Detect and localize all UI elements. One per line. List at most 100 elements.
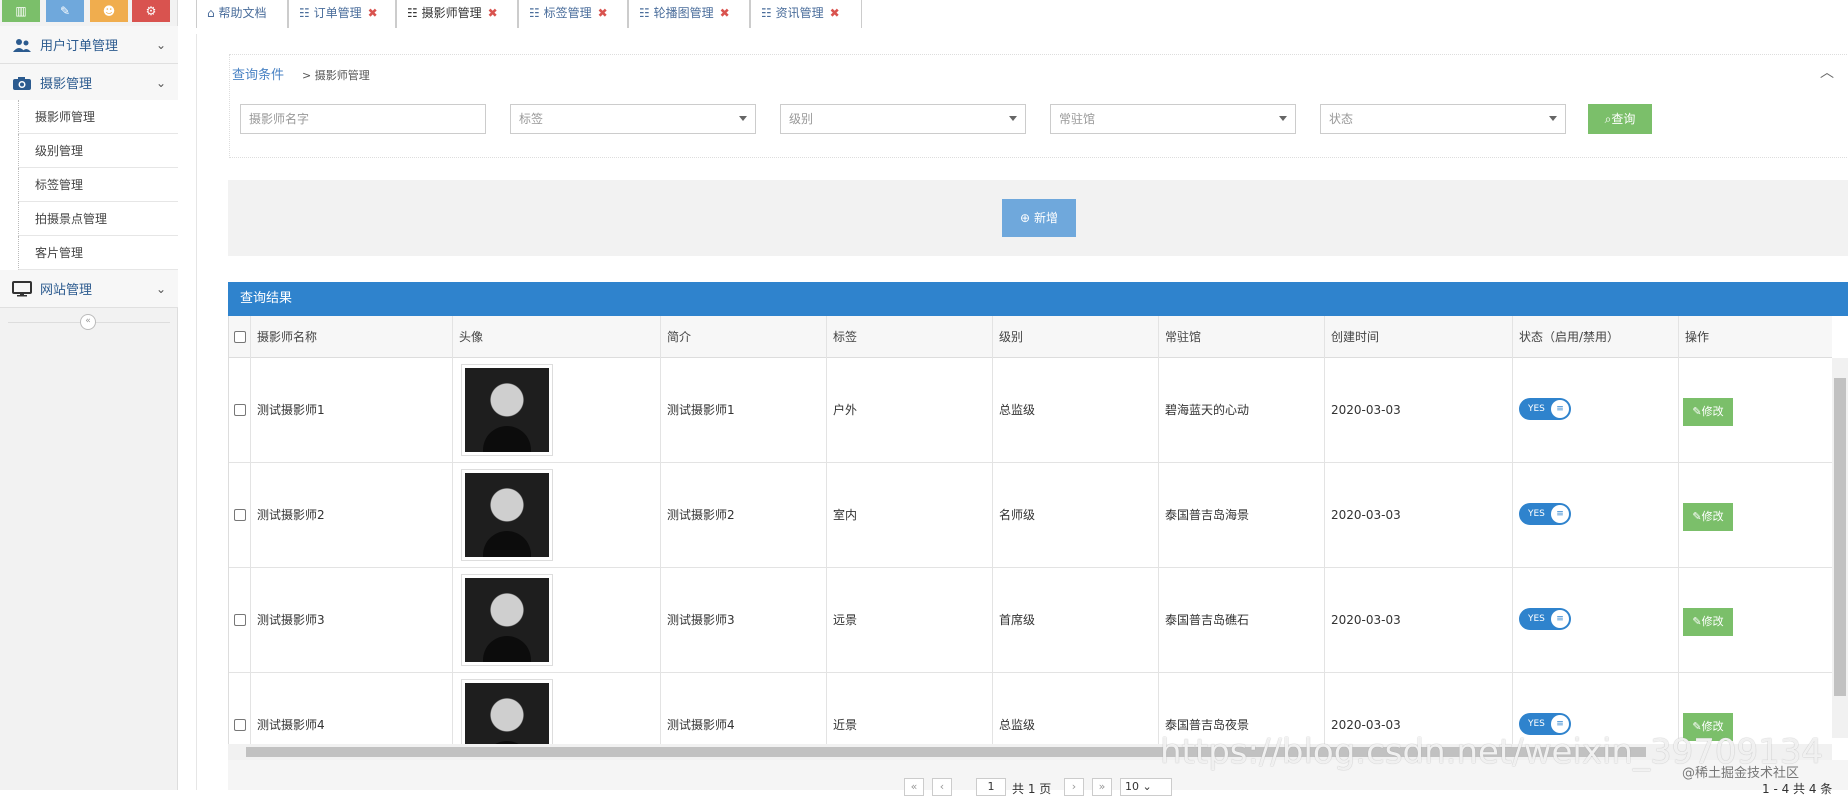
tab-orders[interactable]: ☷ 订单管理 ✖ — [288, 0, 396, 28]
tab-carousel[interactable]: ☷ 轮播图管理 ✖ — [628, 0, 750, 28]
edit-button[interactable]: ✎修改 — [1683, 608, 1733, 636]
select-value: 状态 — [1329, 112, 1354, 126]
sidebar-group-label: 网站管理 — [40, 283, 93, 298]
tab-news[interactable]: ☷ 资讯管理 ✖ — [750, 0, 862, 28]
sidebar-item-label: 拍摄景点管理 — [35, 212, 108, 226]
status-toggle[interactable]: YES ≡ — [1519, 608, 1571, 630]
add-button[interactable]: ⊕ 新增 — [1002, 199, 1076, 237]
tag: 室内 — [827, 463, 993, 568]
sidebar-item-scenic-spot[interactable]: 拍摄景点管理 — [18, 202, 178, 236]
toggle-label: YES — [1528, 404, 1545, 414]
sidebar-item-tag[interactable]: 标签管理 — [18, 168, 178, 202]
status-select[interactable]: 状态 — [1320, 104, 1566, 134]
row-select-cell — [229, 568, 251, 673]
row-checkbox[interactable] — [234, 719, 246, 731]
row-checkbox[interactable] — [234, 509, 246, 521]
close-icon[interactable]: ✖ — [830, 6, 840, 20]
tab-label: 轮播图管理 — [653, 6, 714, 20]
next-page-button[interactable]: › — [1064, 778, 1084, 796]
column-header[interactable]: 状态（启用/禁用） — [1513, 316, 1679, 358]
close-icon[interactable]: ✖ — [488, 6, 498, 20]
close-icon[interactable]: ✖ — [598, 6, 608, 20]
sidebar-group-photography[interactable]: 摄影管理 ⌄ — [0, 64, 178, 102]
created-date: 2020-03-03 — [1325, 358, 1513, 463]
studio: 泰国普吉岛海景 — [1159, 463, 1325, 568]
tag-select[interactable]: 标签 — [510, 104, 756, 134]
scrollbar-thumb[interactable] — [1834, 378, 1846, 696]
double-chevron-left-icon: « — [85, 316, 91, 326]
photographer-name: 测试摄影师1 — [251, 358, 453, 463]
toggle-label: YES — [1528, 719, 1545, 729]
column-header[interactable]: 标签 — [827, 316, 993, 358]
column-header[interactable]: 简介 — [661, 316, 827, 358]
page-number-input[interactable]: 1 — [976, 778, 1006, 796]
results-table: 摄影师名称 头像 简介 标签 级别 常驻馆 创建时间 状态（启用/禁用） 操作 … — [228, 316, 1832, 744]
column-header[interactable]: 级别 — [993, 316, 1159, 358]
vertical-scrollbar[interactable] — [1832, 358, 1848, 738]
table-row: 测试摄影师2 测试摄影师2 室内 名师级 泰国普吉岛海景 2020-03-03 … — [229, 463, 1832, 568]
row-select-cell — [229, 358, 251, 463]
button-label: 修改 — [1701, 510, 1724, 523]
edit-button[interactable]: ✎修改 — [1683, 503, 1733, 531]
sliders-icon: ☷ — [639, 6, 650, 20]
collapse-sidebar-button[interactable]: « — [80, 314, 96, 330]
sidebar-item-client-photos[interactable]: 客片管理 — [18, 236, 178, 270]
users-icon — [13, 38, 31, 52]
community-watermark: @稀土掘金技术社区 — [1682, 766, 1800, 781]
sidebar-group-user-orders[interactable]: 用户订单管理 ⌄ — [0, 26, 178, 64]
column-header[interactable]: 头像 — [453, 316, 661, 358]
edit-shortcut-button[interactable]: ✎ — [46, 0, 84, 22]
tab-label: 摄影师管理 — [421, 6, 482, 20]
chevron-up-icon[interactable]: ︿ — [1820, 62, 1834, 82]
edit-button[interactable]: ✎修改 — [1683, 398, 1733, 426]
level-select[interactable]: 级别 — [780, 104, 1026, 134]
studio-select[interactable]: 常驻馆 — [1050, 104, 1296, 134]
row-checkbox[interactable] — [234, 614, 246, 626]
close-icon[interactable]: ✖ — [368, 6, 378, 20]
menu-icon: ≡ — [1551, 505, 1569, 523]
close-icon[interactable]: ✖ — [720, 6, 730, 20]
photographer-name-input[interactable]: 摄影师名字 — [240, 104, 486, 134]
column-header[interactable]: 摄影师名称 — [251, 316, 453, 358]
sidebar-item-level[interactable]: 级别管理 — [18, 134, 178, 168]
tab-help[interactable]: ⌂ 帮助文档 — [196, 0, 288, 28]
column-header[interactable]: 创建时间 — [1325, 316, 1513, 358]
settings-shortcut-button[interactable]: ⚙ — [132, 0, 170, 22]
sidebar-group-label: 摄影管理 — [40, 77, 93, 92]
last-page-button[interactable]: » — [1092, 778, 1112, 796]
users-shortcut-button[interactable]: ☻ — [90, 0, 128, 22]
stats-shortcut-button[interactable]: ▥ — [2, 0, 40, 22]
tab-label: 标签管理 — [543, 6, 592, 20]
chevron-down-icon: ⌄ — [1142, 780, 1152, 793]
status-toggle[interactable]: YES ≡ — [1519, 398, 1571, 420]
level: 总监级 — [993, 358, 1159, 463]
tab-photographers[interactable]: ☷ 摄影师管理 ✖ — [396, 0, 518, 28]
total-pages: 共 1 页 — [1012, 782, 1052, 796]
avatar — [461, 364, 553, 456]
status-toggle[interactable]: YES ≡ — [1519, 503, 1571, 525]
prev-page-button[interactable]: ‹ — [932, 778, 952, 796]
page-size-select[interactable]: 10 ⌄ — [1120, 778, 1172, 796]
caret-down-icon — [739, 116, 747, 121]
select-value: 级别 — [789, 112, 814, 126]
search-button[interactable]: ⌕查询 — [1588, 104, 1652, 134]
actions-cell: ✎修改 — [1679, 358, 1832, 463]
select-all-checkbox[interactable] — [234, 331, 246, 343]
table-row: 测试摄影师3 测试摄影师3 远景 首席级 泰国普吉岛礁石 2020-03-03 … — [229, 568, 1832, 673]
level: 总监级 — [993, 673, 1159, 744]
column-header[interactable]: 操作 — [1679, 316, 1832, 358]
tab-tags[interactable]: ☷ 标签管理 ✖ — [518, 0, 628, 28]
tag: 近景 — [827, 673, 993, 744]
bar-chart-icon: ▥ — [15, 4, 27, 18]
actions-cell: ✎修改 — [1679, 568, 1832, 673]
created-date: 2020-03-03 — [1325, 463, 1513, 568]
first-page-button[interactable]: « — [904, 778, 924, 796]
sidebar-item-photographer[interactable]: 摄影师管理 — [18, 100, 178, 134]
sidebar-group-website[interactable]: 网站管理 ⌄ — [0, 270, 178, 308]
studio: 泰国普吉岛礁石 — [1159, 568, 1325, 673]
row-checkbox[interactable] — [234, 404, 246, 416]
avatar-cell — [453, 673, 661, 744]
intro: 测试摄影师4 — [661, 673, 827, 744]
column-header[interactable]: 常驻馆 — [1159, 316, 1325, 358]
tab-bar: ⌂ 帮助文档 ☷ 订单管理 ✖ ☷ 摄影师管理 ✖ ☷ 标签管理 ✖ ☷ 轮播图管理 ✖… — [196, 0, 1848, 28]
